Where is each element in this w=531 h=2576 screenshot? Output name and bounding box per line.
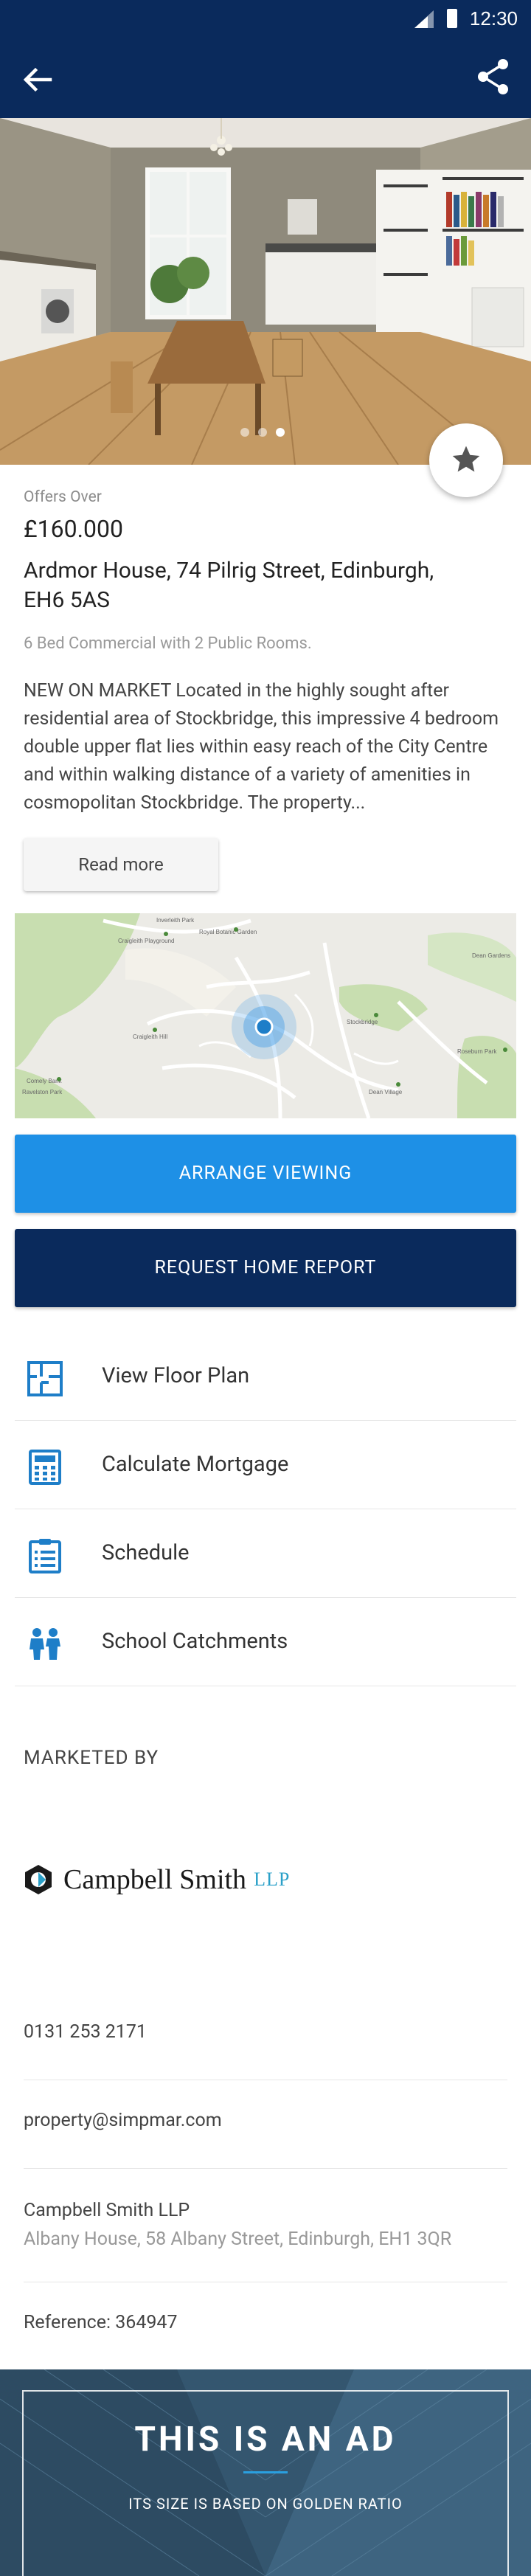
carousel-dot[interactable] bbox=[240, 428, 249, 437]
menu-item-label: View Floor Plan bbox=[102, 1363, 250, 1388]
map-label: Stockbridge bbox=[347, 1019, 378, 1025]
floor-plan-icon bbox=[27, 1361, 63, 1396]
battery-icon bbox=[447, 9, 457, 28]
property-summary: 6 Bed Commercial with 2 Public Rooms. bbox=[24, 634, 312, 653]
agent-email[interactable]: property@simpmar.com bbox=[24, 2110, 507, 2169]
property-photo[interactable] bbox=[0, 118, 531, 465]
map-label: Roseburn Park bbox=[457, 1048, 497, 1055]
request-home-report-button[interactable]: REQUEST HOME REPORT bbox=[15, 1229, 516, 1307]
read-more-button[interactable]: Read more bbox=[24, 838, 218, 891]
status-bar: 12:30 bbox=[0, 0, 531, 38]
carousel-dot-active[interactable] bbox=[276, 428, 285, 437]
signal-icon bbox=[414, 10, 434, 28]
menu-item-label: Schedule bbox=[102, 1540, 190, 1565]
ad-subline: ITS SIZE IS BASED ON GOLDEN RATIO bbox=[128, 2495, 403, 2513]
back-arrow-icon[interactable] bbox=[21, 63, 53, 96]
calculator-icon bbox=[29, 1450, 61, 1485]
map-label: Inverleith Park bbox=[156, 917, 195, 924]
status-time: 12:30 bbox=[469, 7, 518, 30]
star-icon bbox=[452, 446, 480, 472]
favorite-button[interactable] bbox=[429, 423, 503, 497]
map-label: Ravelston Park bbox=[22, 1089, 63, 1095]
menu-item-label: Calculate Mortgage bbox=[102, 1452, 289, 1477]
clipboard-list-icon bbox=[29, 1539, 61, 1573]
property-address: Ardmor House, 74 Pilrig Street, Edinburg… bbox=[24, 558, 434, 613]
share-icon[interactable] bbox=[476, 58, 510, 96]
map-label: Craigleith Hill bbox=[133, 1033, 167, 1040]
agent-phone[interactable]: 0131 253 2171 bbox=[24, 2021, 507, 2080]
arrange-viewing-button[interactable]: ARRANGE VIEWING bbox=[15, 1135, 516, 1213]
carousel-indicator bbox=[240, 428, 285, 437]
agent-office-address: Albany House, 58 Albany Street, Edinburg… bbox=[24, 2229, 452, 2250]
menu-item-mortgage[interactable]: Calculate Mortgage bbox=[15, 1421, 516, 1509]
property-description: NEW ON MARKET Located in the highly soug… bbox=[24, 680, 499, 814]
offer-type-label: Offers Over bbox=[24, 488, 102, 506]
map-label: Royal Botanic Garden bbox=[199, 929, 257, 935]
agent-logo[interactable]: Campbell Smith LLP bbox=[22, 1859, 290, 1900]
menu-item-floor-plan[interactable]: View Floor Plan bbox=[15, 1332, 516, 1421]
map-label: Craigleith Playground bbox=[118, 938, 175, 944]
map-label: Dean Gardens bbox=[472, 952, 510, 959]
ad-banner[interactable]: THIS IS AN AD ITS SIZE IS BASED ON GOLDE… bbox=[0, 2369, 531, 2576]
menu-item-school-catchments[interactable]: School Catchments bbox=[15, 1598, 516, 1686]
agent-logo-name: Campbell Smith bbox=[63, 1864, 247, 1895]
agent-logo-suffix: LLP bbox=[254, 1869, 291, 1890]
location-map[interactable]: Inverleith Park Royal Botanic Garden Cra… bbox=[15, 913, 516, 1118]
marketed-by-heading: MARKETED BY bbox=[24, 1747, 159, 1769]
agent-office[interactable]: Campbell Smith LLP Albany House, 58 Alba… bbox=[24, 2200, 507, 2282]
menu-item-label: School Catchments bbox=[102, 1629, 288, 1654]
ad-divider bbox=[243, 2471, 288, 2473]
menu-item-schedule[interactable]: Schedule bbox=[15, 1509, 516, 1598]
children-icon bbox=[30, 1628, 60, 1660]
ad-headline: THIS IS AN AD bbox=[134, 2420, 397, 2459]
map-label: Dean Village bbox=[369, 1089, 403, 1095]
listing-reference: Reference: 364947 bbox=[24, 2312, 178, 2333]
ad-frame bbox=[22, 2390, 509, 2576]
app-bar bbox=[0, 38, 531, 118]
carousel-dot[interactable] bbox=[258, 428, 267, 437]
price: £160.000 bbox=[24, 515, 123, 543]
agent-office-name: Campbell Smith LLP bbox=[24, 2200, 190, 2221]
agent-logo-mark bbox=[25, 1865, 52, 1894]
